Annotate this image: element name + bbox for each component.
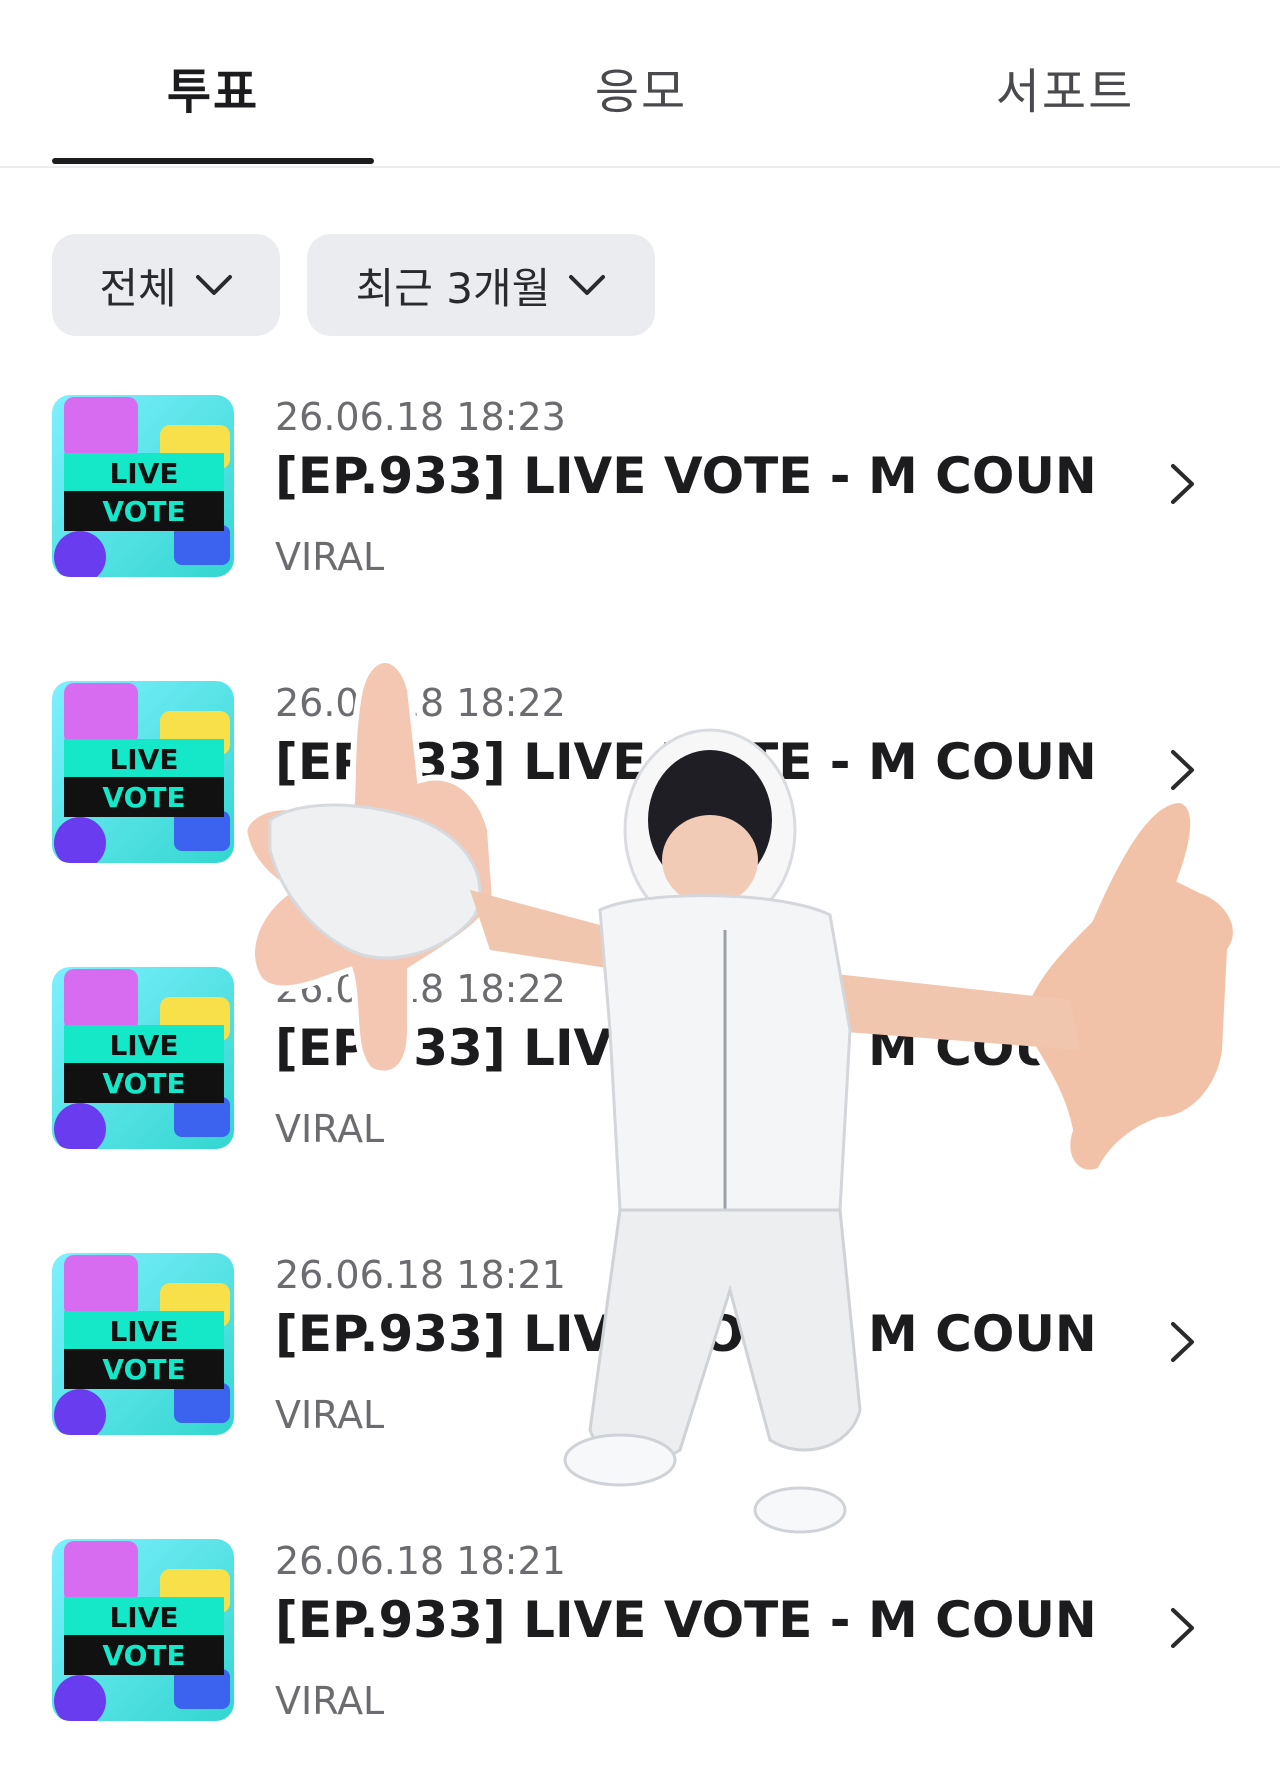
live-vote-thumbnail: LIVE VOTE: [52, 395, 234, 577]
vote-subtitle: VIRAL: [275, 1679, 385, 1723]
tab-vote[interactable]: 투표: [52, 52, 374, 122]
category-filter-label: 전체: [99, 263, 177, 313]
vote-subtitle: VIRAL: [275, 1393, 385, 1437]
chevron-down-icon: [569, 275, 606, 295]
vote-title: [EP.933] LIVE VOTE - M COUNT...: [275, 447, 1095, 505]
vote-title: [EP.933] LIVE VOTE - M COUNT...: [275, 1019, 1095, 1077]
vote-date: 26.06.18 18:23: [275, 395, 566, 439]
vote-date: 26.06.18 18:21: [275, 1253, 566, 1297]
tab-entry[interactable]: 응모: [480, 52, 802, 122]
chevron-right-icon: [1171, 1608, 1194, 1648]
tab-bar: 투표 응모 서포트: [0, 0, 1280, 168]
thumb-bottom-text: VOTE: [102, 495, 185, 528]
list-item[interactable]: LIVE VOTE 26.06.18 18:21 [EP.933] LIVE V…: [0, 1253, 1280, 1453]
category-filter-dropdown[interactable]: 전체: [52, 234, 280, 336]
chevron-right-icon: [1171, 750, 1194, 790]
live-vote-thumbnail: LIVE VOTE: [52, 967, 234, 1149]
period-filter-dropdown[interactable]: 최근 3개월: [307, 234, 655, 336]
thumb-top-text: LIVE: [109, 457, 178, 490]
chevron-right-icon: [1171, 464, 1194, 504]
thumb-bottom-text: VOTE: [102, 781, 185, 814]
thumb-top-text: LIVE: [109, 1601, 178, 1634]
list-item[interactable]: LIVE VOTE 26.06.18 18:21 [EP.933] LIVE V…: [0, 1539, 1280, 1739]
thumb-bottom-text: VOTE: [102, 1067, 185, 1100]
live-vote-thumbnail: LIVE VOTE: [52, 1253, 234, 1435]
active-tab-indicator: [52, 158, 374, 164]
chevron-down-icon: [195, 275, 232, 295]
vote-date: 26.06.18 18:22: [275, 681, 566, 725]
list-item[interactable]: LIVE VOTE 26.06.18 18:23 [EP.933] LIVE V…: [0, 395, 1280, 595]
vote-date: 26.06.18 18:21: [275, 1539, 566, 1583]
chevron-right-icon: [1171, 1322, 1194, 1362]
vote-date: 26.06.18 18:22: [275, 967, 566, 1011]
list-item[interactable]: LIVE VOTE 26.06.18 18:22 [EP.933] LIVE V…: [0, 967, 1280, 1167]
live-vote-thumbnail: LIVE VOTE: [52, 1539, 234, 1721]
thumb-bottom-text: VOTE: [102, 1639, 185, 1672]
thumb-top-text: LIVE: [109, 743, 178, 776]
vote-subtitle: VIRAL: [275, 535, 385, 579]
vote-subtitle: VIRAL: [275, 1107, 385, 1151]
thumb-bottom-text: VOTE: [102, 1353, 185, 1386]
vote-title: [EP.933] LIVE VOTE - M COUNT...: [275, 1591, 1095, 1649]
tab-support[interactable]: 서포트: [904, 52, 1226, 122]
list-item[interactable]: LIVE VOTE 26.06.18 18:22 [EP.933] LIVE V…: [0, 681, 1280, 881]
period-filter-label: 최근 3개월: [355, 263, 551, 313]
thumb-top-text: LIVE: [109, 1315, 178, 1348]
vote-title: [EP.933] LIVE VOTE - M COUNT...: [275, 1305, 1095, 1363]
thumb-top-text: LIVE: [109, 1029, 178, 1062]
live-vote-thumbnail: LIVE VOTE: [52, 681, 234, 863]
chevron-right-icon: [1171, 1036, 1194, 1076]
vote-title: [EP.933] LIVE VOTE - M COUNT...: [275, 733, 1095, 791]
vote-subtitle: VIRAL: [275, 821, 385, 865]
